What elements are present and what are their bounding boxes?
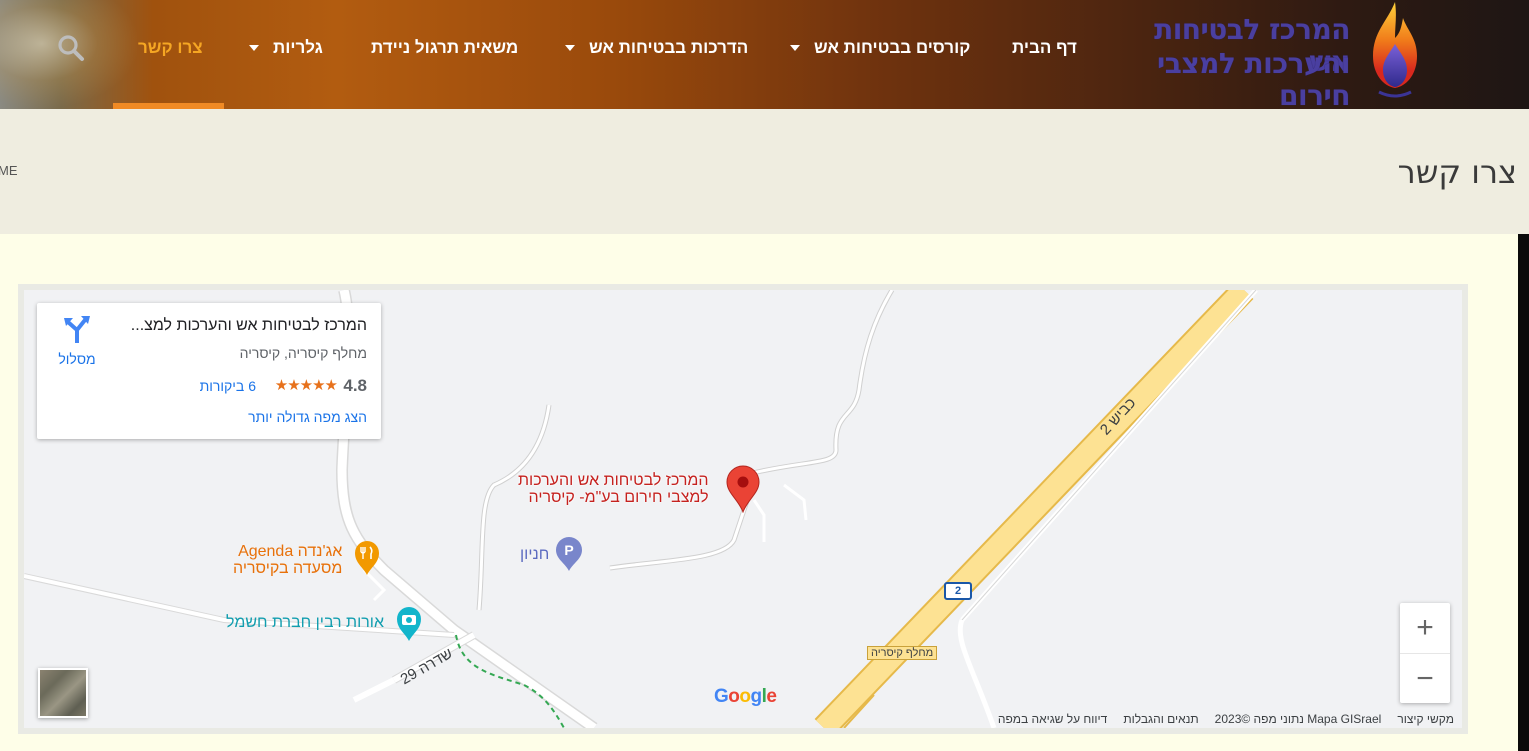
star-rating-icon: ★★★★★ <box>274 377 338 394</box>
satellite-toggle-button[interactable] <box>38 668 88 718</box>
terms-link[interactable]: תנאים והגבלות <box>1123 712 1198 726</box>
nav-item-contact[interactable]: צרו קשר <box>138 36 203 60</box>
side-strip <box>1518 234 1529 751</box>
nav-item-label: צרו קשר <box>138 38 203 57</box>
place-address: מחלף קיסריה, קיסריה <box>239 345 367 361</box>
map-data-text: Mapa GISrael נתוני מפה ©2023 <box>1214 712 1382 726</box>
chevron-down-icon <box>249 45 259 51</box>
chevron-down-icon <box>790 45 800 51</box>
zoom-in-button[interactable]: + <box>1400 603 1450 653</box>
google-logo: Google <box>714 686 777 707</box>
google-map[interactable]: המרכז לבטיחות אש והערכות למצ... מחלף קיס… <box>24 290 1462 728</box>
restaurant-icon[interactable] <box>354 540 380 576</box>
directions-label: מסלול <box>58 351 96 367</box>
location-pin-icon[interactable] <box>726 465 760 513</box>
breadcrumb-home[interactable]: ME <box>0 163 18 178</box>
nav-item-label: הדרכות בבטיחות אש <box>589 38 749 57</box>
site-logo[interactable]: המרכז לבטיחות אש והערכות למצבי חירום <box>1125 0 1425 109</box>
restaurant-label-line1: אג'נדה Agenda <box>238 543 343 560</box>
nav-item-courses[interactable]: קורסים בבטיחות אש <box>790 36 970 60</box>
svg-text:P: P <box>564 542 573 558</box>
view-larger-map-link[interactable]: הצג מפה גדולה יותר <box>248 409 367 425</box>
keyboard-shortcuts-link[interactable]: מקשי קיצור <box>1397 712 1454 726</box>
reviews-link[interactable]: 6 ביקורות <box>200 378 256 394</box>
parking-label[interactable]: חניון <box>520 546 549 563</box>
report-error-link[interactable]: דיווח על שגיאה במפה <box>998 712 1107 726</box>
site-header: המרכז לבטיחות אש והערכות למצבי חירום דף … <box>0 0 1529 109</box>
place-rating: 4.8 <box>343 376 367 395</box>
nav-item-training-truck[interactable]: משאית תרגול ניידת <box>371 36 518 60</box>
nav-item-galleries[interactable]: גלריות <box>249 36 323 60</box>
main-place-label-line2: למצבי חירום בע"מ- קיסריה <box>528 489 709 506</box>
nav-item-label: קורסים בבטיחות אש <box>814 38 971 57</box>
road-shield-2: 2 <box>944 582 972 600</box>
nav-item-label: דף הבית <box>1012 38 1077 57</box>
exit-label: מחלף קיסריה <box>867 646 938 660</box>
map-attribution: מקשי קיצור Mapa GISrael נתוני מפה ©2023 … <box>998 712 1454 726</box>
zoom-out-button[interactable]: − <box>1400 653 1450 703</box>
attraction-camera-icon[interactable] <box>396 606 422 642</box>
page-title: צרו קשר <box>1397 153 1517 191</box>
nav-item-home[interactable]: דף הבית <box>1012 36 1077 60</box>
directions-button[interactable]: מסלול <box>57 316 97 367</box>
place-info-card: המרכז לבטיחות אש והערכות למצ... מחלף קיס… <box>37 303 381 439</box>
search-icon[interactable] <box>57 34 85 62</box>
map-frame: המרכז לבטיחות אש והערכות למצ... מחלף קיס… <box>18 284 1468 734</box>
place-title: המרכז לבטיחות אש והערכות למצ... <box>130 317 367 334</box>
restaurant-label-line2: מסעדה בקיסריה <box>233 560 343 577</box>
nav-item-label: גלריות <box>273 38 323 57</box>
page-title-band: צרו קשר ME <box>0 109 1529 234</box>
restaurant-label[interactable]: אג'נדה Agenda מסעדה בקיסריה <box>233 543 342 577</box>
nav-item-trainings[interactable]: הדרכות בבטיחות אש <box>565 36 748 60</box>
directions-icon <box>64 316 90 343</box>
nav-item-label: משאית תרגול ניידת <box>371 38 519 57</box>
main-place-label[interactable]: המרכז לבטיחות אש והערכות למצבי חירום בע"… <box>518 472 709 506</box>
chevron-down-icon <box>565 45 575 51</box>
flame-icon <box>1373 2 1417 98</box>
parking-icon[interactable]: P <box>555 536 583 572</box>
power-station-label[interactable]: אורות רבין חברת חשמל <box>226 614 384 631</box>
main-place-label-line1: המרכז לבטיחות אש והערכות <box>518 472 709 489</box>
logo-line-2: והערכות למצבי חירום <box>1157 47 1351 110</box>
zoom-controls: + − <box>1400 603 1450 703</box>
